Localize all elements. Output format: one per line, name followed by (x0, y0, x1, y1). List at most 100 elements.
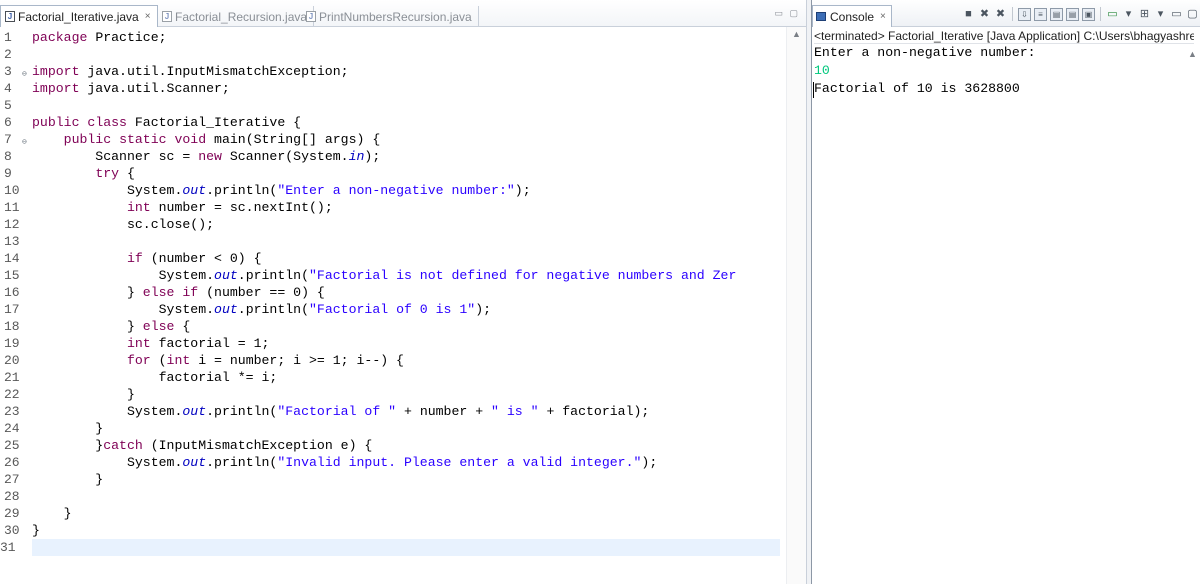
code-text: if (number < 0) { (126, 251, 262, 266)
console-tab-label: Console (830, 9, 875, 24)
code-line[interactable]: 8 Scanner sc = new Scanner(System.in); (0, 148, 786, 165)
console-pane[interactable]: Console × ■ ✖ ✖ ⇩ ≡ ▤ ▤ ▣ ▭ ▾ ⊞ ▾ ▭ ▢ <t… (812, 0, 1200, 584)
tab-print-numbers-recursion[interactable]: J PrintNumbersRecursion.java (302, 6, 479, 27)
line-number: 21 (4, 370, 20, 385)
code-line[interactable]: 5 (0, 97, 786, 114)
code-line[interactable]: 27 } (0, 471, 786, 488)
code-text: System.out.println("Factorial of " + num… (32, 404, 650, 419)
line-number: 14 (4, 251, 20, 266)
code-text: } (32, 421, 104, 436)
code-line[interactable]: 4 import java.util.Scanner; (0, 80, 786, 97)
java-file-icon: J (162, 11, 172, 22)
pin-console-icon[interactable]: ▣ (1082, 7, 1095, 21)
dropdown-icon[interactable]: ▾ (1154, 8, 1167, 21)
code-line[interactable]: 20 for (int i = number; i >= 1; i--) { (0, 352, 786, 369)
scroll-up-icon[interactable]: ▲ (1188, 49, 1197, 59)
code-line[interactable]: 10 System.out.println("Enter a non-negat… (0, 182, 786, 199)
editor-scrollbar[interactable]: ▲ (786, 27, 806, 584)
code-line[interactable]: 18 } else { (0, 318, 786, 335)
scroll-up-icon[interactable]: ▲ (792, 29, 801, 39)
code-text: } (32, 506, 72, 521)
console-icon (816, 12, 826, 21)
console-output-result: Factorial of 10 is 3628800 (814, 81, 1020, 96)
code-text: try { (95, 166, 135, 181)
line-number: 4 (4, 81, 12, 96)
show-on-error-icon[interactable]: ▤ (1066, 7, 1079, 21)
tab-factorial-iterative[interactable]: J Factorial_Iterative.java × (0, 5, 158, 27)
dropdown-icon[interactable]: ▾ (1122, 8, 1135, 21)
code-line[interactable]: 22 } (0, 386, 786, 403)
java-file-icon: J (306, 11, 316, 22)
code-line[interactable]: 26 System.out.println("Invalid input. Pl… (0, 454, 786, 471)
code-line[interactable]: 13 (0, 233, 786, 250)
code-text: sc.close(); (32, 217, 215, 232)
code-line[interactable]: 11 int number = sc.nextInt(); (0, 199, 786, 216)
line-number: 22 (4, 387, 20, 402)
code-line[interactable]: 23 System.out.println("Factorial of " + … (0, 403, 786, 420)
line-number: 28 (4, 489, 20, 504)
terminate-icon[interactable]: ■ (962, 8, 975, 21)
line-number: 27 (4, 472, 20, 487)
line-number: 12 (4, 217, 20, 232)
console-scrollbar[interactable]: ▲ (1184, 44, 1200, 584)
toolbar-separator (1012, 7, 1013, 21)
code-line[interactable]: 9 try { (0, 165, 786, 182)
code-line[interactable]: 25 }catch (InputMismatchException e) { (0, 437, 786, 454)
code-text: System.out.println("Factorial of 0 is 1"… (32, 302, 492, 317)
display-console-icon[interactable]: ▭ (1106, 8, 1119, 21)
tab-factorial-recursion[interactable]: J Factorial_Recursion.java (158, 6, 315, 27)
minimize-maximize-icon[interactable]: ▭ ▢ (774, 8, 800, 19)
tab-console[interactable]: Console × (812, 5, 892, 27)
code-line[interactable]: 12 sc.close(); (0, 216, 786, 233)
line-number: 13 (4, 234, 20, 249)
line-number: 15 (4, 268, 20, 283)
line-number: 1 (4, 30, 12, 45)
line-number: 6 (4, 115, 12, 130)
line-number: 29 (4, 506, 20, 521)
code-line[interactable]: 21 factorial *= i; (0, 369, 786, 386)
code-line[interactable]: 24 } (0, 420, 786, 437)
new-console-icon[interactable]: ⊞ (1138, 8, 1151, 21)
line-number: 8 (4, 149, 12, 164)
line-number: 20 (4, 353, 20, 368)
code-line[interactable]: 6 public class Factorial_Iterative { (0, 114, 786, 131)
close-icon[interactable]: × (880, 11, 886, 22)
console-status-line: <terminated> Factorial_Iterative [Java A… (814, 29, 1194, 44)
code-line[interactable]: 29 } (0, 505, 786, 522)
console-user-input: 10 (814, 63, 830, 78)
code-line[interactable]: 28 (0, 488, 786, 505)
code-line[interactable]: 30} (0, 522, 786, 539)
tab-label: Factorial_Iterative.java (18, 9, 139, 24)
line-number: 25 (4, 438, 20, 453)
code-line[interactable]: 31 (0, 539, 780, 556)
code-line[interactable]: 1 package Practice; (0, 29, 786, 46)
show-on-output-icon[interactable]: ▤ (1050, 7, 1063, 21)
code-line[interactable]: 16 } else if (number == 0) { (0, 284, 786, 301)
maximize-icon[interactable]: ▢ (1186, 8, 1199, 21)
code-area[interactable]: 1 package Practice; 2 3 ⊖ import java.util.In… (0, 27, 786, 584)
code-line[interactable]: 14 if (number < 0) { (0, 250, 786, 267)
code-text: System.out.println("Invalid input. Pleas… (32, 455, 658, 470)
line-number: 11 (4, 200, 20, 215)
code-text: int factorial = 1; (126, 336, 270, 351)
code-text: System.out.println("Enter a non-negative… (32, 183, 531, 198)
code-line[interactable]: 15 System.out.println("Factorial is not … (0, 267, 786, 284)
code-line[interactable]: 7 ⊖ public static void main(String[] args… (0, 131, 786, 148)
minimize-icon[interactable]: ▭ (1170, 8, 1183, 21)
remove-all-terminated-icon[interactable]: ✖ (994, 8, 1007, 21)
line-number: 2 (4, 47, 12, 62)
code-line[interactable]: 3 ⊖ import java.util.InputMismatchExceptio… (0, 63, 786, 80)
close-icon[interactable]: × (145, 11, 151, 22)
scroll-lock-icon[interactable]: ⇩ (1018, 7, 1031, 21)
line-number: 16 (4, 285, 20, 300)
code-line[interactable]: 17 System.out.println("Factorial of 0 is… (0, 301, 786, 318)
code-line[interactable]: 2 (0, 46, 786, 63)
code-text: int number = sc.nextInt(); (126, 200, 333, 215)
line-number: 19 (4, 336, 20, 351)
word-wrap-icon[interactable]: ≡ (1034, 7, 1047, 21)
code-text: factorial *= i; (32, 370, 278, 385)
editor-pane[interactable]: J Factorial_Iterative.java × J Factorial… (0, 0, 806, 584)
line-number: 10 (4, 183, 20, 198)
code-line[interactable]: 19 int factorial = 1; (0, 335, 786, 352)
remove-launch-icon[interactable]: ✖ (978, 8, 991, 21)
